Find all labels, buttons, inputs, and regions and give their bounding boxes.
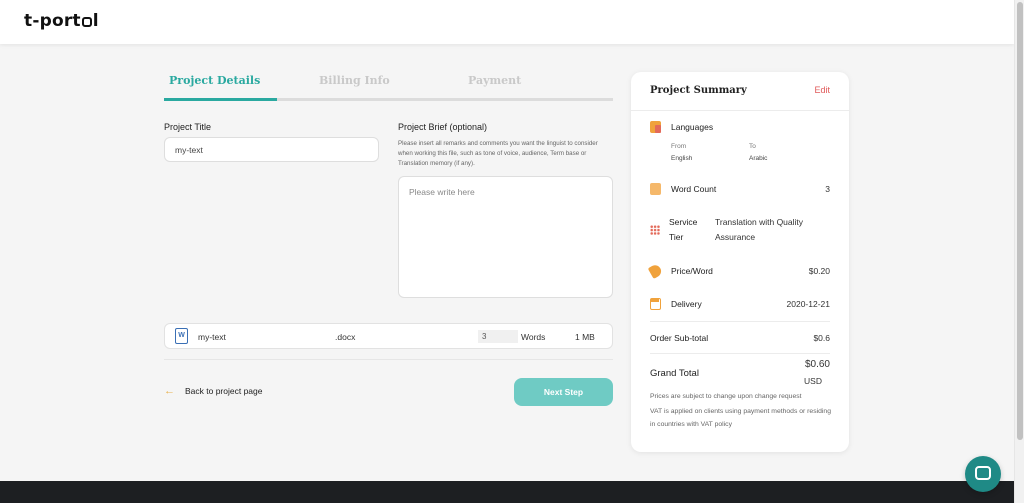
vat-note: VAT is applied on clients using payment … bbox=[650, 408, 831, 428]
price-change-note: Prices are subject to change upon change… bbox=[650, 393, 802, 400]
summary-divider-1 bbox=[650, 321, 830, 322]
form-divider bbox=[164, 359, 613, 360]
service-label-line1: Service bbox=[669, 217, 698, 227]
service-value-line1: Translation with Quality bbox=[715, 217, 804, 227]
chat-icon bbox=[975, 466, 991, 480]
word-doc-icon: W bbox=[175, 328, 188, 344]
to-label: To bbox=[749, 143, 756, 150]
word-count-value: 3 bbox=[825, 184, 830, 194]
edit-button[interactable]: Edit bbox=[814, 85, 830, 95]
delivery-label: Delivery bbox=[671, 299, 702, 309]
subtotal-value: $0.6 bbox=[813, 333, 830, 343]
from-value: English bbox=[671, 155, 693, 162]
grand-total-currency: USD bbox=[804, 376, 822, 386]
service-value-line2: Assurance bbox=[715, 232, 756, 242]
tab-project-details[interactable]: Project Details bbox=[169, 74, 260, 87]
summary-header-divider bbox=[631, 110, 849, 111]
summary-divider-2 bbox=[650, 353, 830, 354]
price-word-value: $0.20 bbox=[808, 266, 830, 276]
arrow-left-icon: ← bbox=[164, 385, 175, 397]
page-scrollbar[interactable] bbox=[1014, 0, 1024, 503]
languages-icon bbox=[650, 121, 661, 133]
price-tag-icon bbox=[647, 263, 664, 279]
tab-progress-track bbox=[164, 98, 613, 101]
file-word-count: 3 bbox=[478, 330, 518, 343]
languages-label: Languages bbox=[671, 122, 714, 132]
project-brief-textarea[interactable] bbox=[398, 176, 613, 298]
service-tier-icon bbox=[650, 225, 660, 235]
tab-progress-fill bbox=[164, 98, 277, 101]
calendar-icon bbox=[650, 298, 661, 310]
project-title-input[interactable] bbox=[164, 137, 379, 162]
scrollbar-thumb[interactable] bbox=[1017, 2, 1023, 440]
project-brief-help: Please insert all remarks and comments y… bbox=[398, 140, 598, 167]
footer-bar bbox=[0, 481, 1014, 503]
from-label: From bbox=[671, 143, 687, 150]
grand-total-value: $0.60 bbox=[804, 359, 830, 370]
grand-total-label: Grand Total bbox=[650, 368, 699, 379]
service-label-line2: Tier bbox=[669, 232, 684, 242]
tab-billing-info[interactable]: Billing Info bbox=[319, 74, 390, 87]
back-label: Back to project page bbox=[185, 386, 263, 396]
chat-launcher-button[interactable] bbox=[965, 456, 1001, 492]
summary-title: Project Summary bbox=[650, 85, 747, 96]
file-words-label: Words bbox=[521, 332, 546, 342]
word-count-label: Word Count bbox=[671, 184, 717, 194]
file-extension: .docx bbox=[335, 332, 356, 342]
project-brief-label: Project Brief (optional) bbox=[398, 122, 488, 132]
tab-payment[interactable]: Payment bbox=[468, 74, 521, 87]
back-to-project-link[interactable]: ← Back to project page bbox=[164, 385, 263, 397]
project-title-label: Project Title bbox=[164, 122, 212, 132]
price-word-label: Price/Word bbox=[671, 266, 713, 276]
file-size: 1 MB bbox=[575, 332, 595, 342]
file-row: W my-text .docx 3 Words 1 MB bbox=[164, 323, 613, 349]
word-count-icon bbox=[650, 183, 661, 195]
file-name: my-text bbox=[198, 332, 226, 342]
top-bar: t-port l bbox=[0, 0, 1014, 44]
next-step-button[interactable]: Next Step bbox=[514, 378, 613, 406]
subtotal-label: Order Sub-total bbox=[650, 333, 709, 343]
project-summary-card: Project Summary Edit Languages From Engl… bbox=[631, 72, 849, 452]
step-tabs: Project Details Billing Info Payment bbox=[164, 70, 613, 102]
app-logo[interactable]: t-port l bbox=[24, 11, 99, 31]
to-value: Arabic bbox=[749, 155, 768, 162]
delivery-value: 2020-12-21 bbox=[786, 299, 830, 309]
